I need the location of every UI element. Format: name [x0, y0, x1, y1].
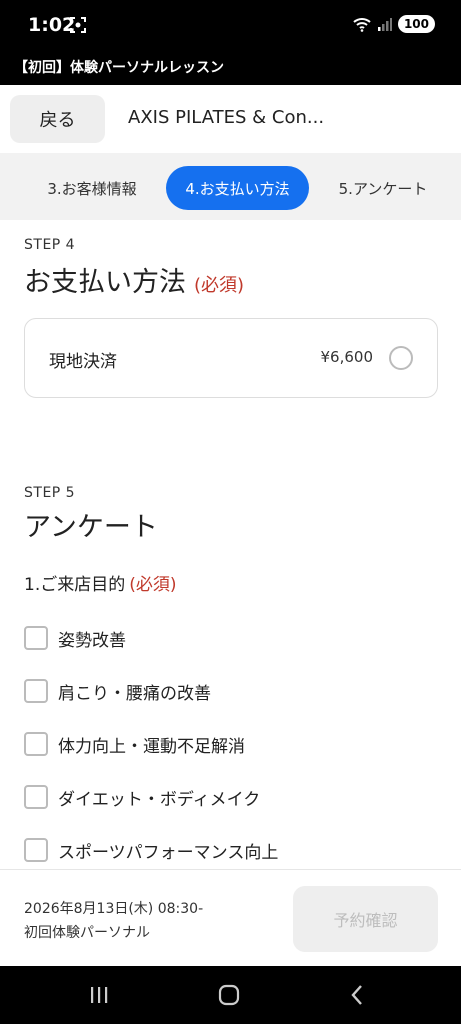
checkbox[interactable]: [24, 785, 48, 809]
system-nav-bar: [0, 966, 461, 1024]
survey-title: アンケート: [24, 512, 158, 543]
checkbox[interactable]: [24, 732, 48, 756]
required-mark: (必須): [129, 575, 177, 595]
nav-row: 戻る AXIS PILATES & Con...: [0, 85, 461, 153]
step4-label: STEP 4: [24, 237, 76, 253]
status-bar: 1:02 100: [0, 0, 461, 52]
battery-indicator: 100: [397, 15, 435, 33]
option-fitness[interactable]: 体力向上・運動不足解消: [24, 731, 245, 757]
status-time: 1:02: [28, 14, 76, 36]
tab-payment-method[interactable]: 4.お支払い方法: [166, 166, 309, 210]
question-text: 1.ご来店目的: [24, 575, 126, 595]
home-icon[interactable]: [216, 982, 242, 1008]
checkbox[interactable]: [24, 626, 48, 650]
option-label: 姿勢改善: [58, 630, 126, 651]
required-mark: (必須): [194, 275, 245, 296]
checkbox[interactable]: [24, 838, 48, 862]
payment-title: お支払い方法 (必須): [24, 260, 244, 299]
payment-radio[interactable]: [389, 346, 413, 370]
screenshot-icon: [70, 17, 86, 33]
option-label: 肩こり・腰痛の改善: [58, 683, 211, 704]
signal-icon: [377, 18, 392, 31]
recent-apps-icon[interactable]: [86, 982, 112, 1008]
payment-option-price: ¥6,600: [320, 348, 374, 366]
tab-survey[interactable]: 5.アンケート: [325, 166, 441, 210]
booking-bar: 2026年8月13日(木) 08:30- 初回体験パーソナル 予約確認: [0, 869, 461, 966]
back-button[interactable]: 戻る: [10, 95, 105, 143]
checkbox[interactable]: [24, 679, 48, 703]
screen: 1:02 100 【初回】体験パーソナルレッスン 戻る AXIS PILATES…: [0, 0, 461, 1024]
booking-plan: 初回体験パーソナル: [24, 925, 150, 941]
option-diet[interactable]: ダイエット・ボディメイク: [24, 784, 260, 810]
option-label: 体力向上・運動不足解消: [58, 736, 245, 757]
status-icons: 100: [352, 15, 435, 33]
tab-customer-info[interactable]: 3.お客様情報: [32, 166, 152, 210]
confirm-booking-button[interactable]: 予約確認: [293, 886, 438, 952]
payment-option-label: 現地決済: [49, 352, 117, 372]
step-tabs: 3.お客様情報 4.お支払い方法 5.アンケート: [0, 153, 461, 220]
option-label: ダイエット・ボディメイク: [58, 789, 261, 810]
option-posture[interactable]: 姿勢改善: [24, 625, 126, 651]
back-nav-icon[interactable]: [345, 982, 371, 1008]
wifi-icon: [353, 18, 371, 32]
option-shoulder-back[interactable]: 肩こり・腰痛の改善: [24, 678, 211, 704]
question-visit-purpose: 1.ご来店目的 (必須): [24, 570, 177, 595]
studio-name: AXIS PILATES & Con...: [128, 107, 325, 128]
booking-date: 2026年8月13日(木) 08:30-: [24, 901, 204, 917]
payment-option-onsite[interactable]: 現地決済 ¥6,600: [24, 318, 438, 398]
option-label: スポーツパフォーマンス向上: [58, 842, 279, 863]
app-title: 【初回】体験パーソナルレッスン: [14, 60, 224, 76]
payment-title-text: お支払い方法: [24, 267, 186, 298]
step5-label: STEP 5: [24, 485, 76, 501]
app-title-bar: 【初回】体験パーソナルレッスン: [0, 52, 461, 85]
option-sports[interactable]: スポーツパフォーマンス向上: [24, 837, 278, 863]
